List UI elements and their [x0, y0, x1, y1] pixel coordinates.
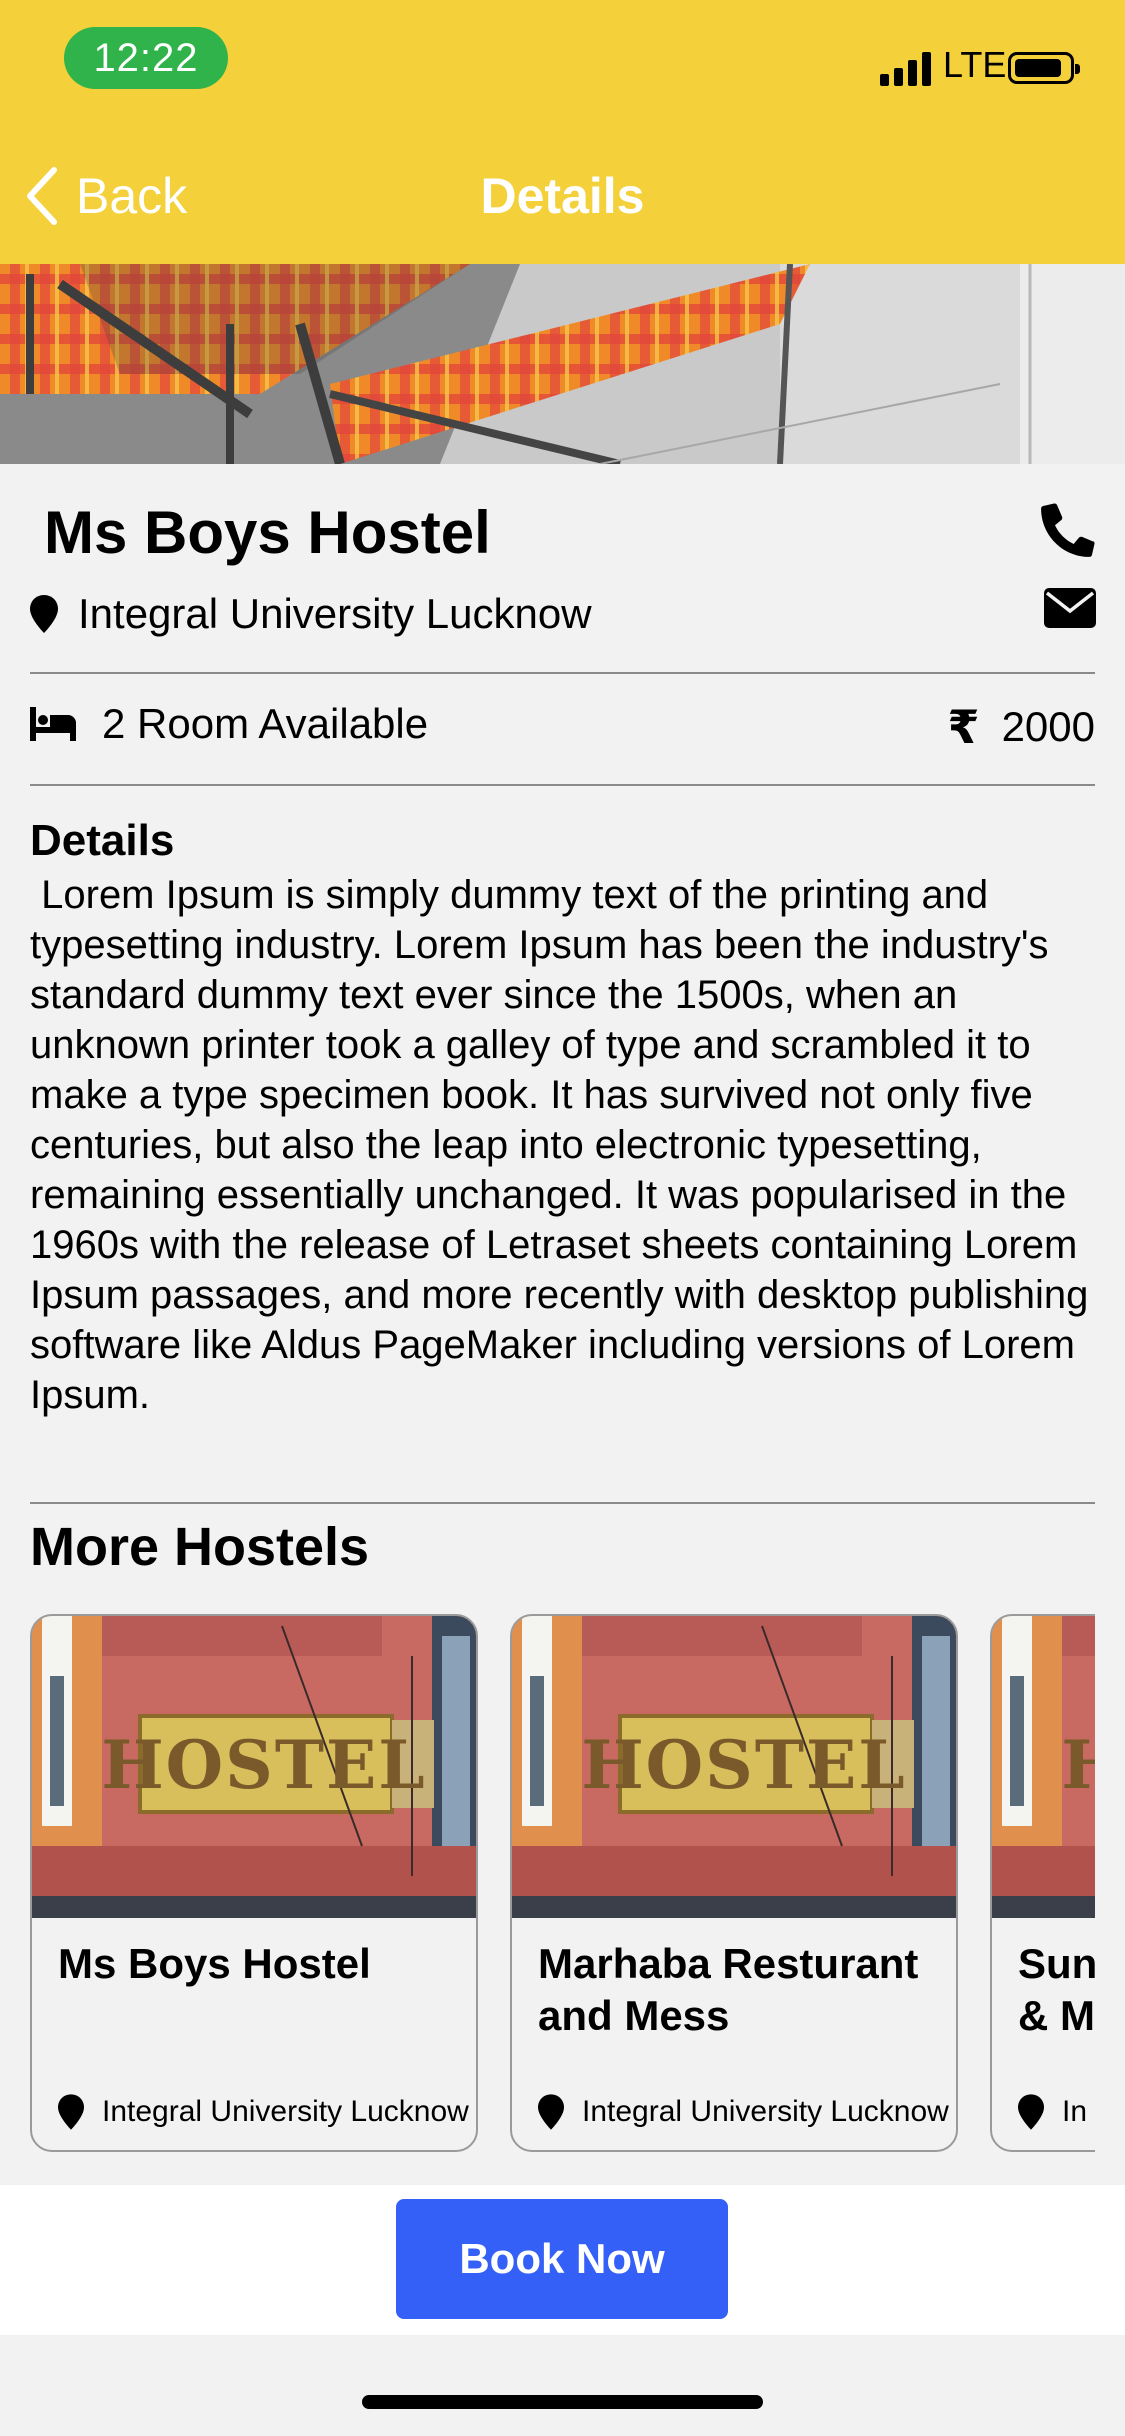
hostel-card-image: HOSTEL — [512, 1616, 956, 1918]
hostel-sign-text: HOSTEL — [1061, 1726, 1095, 1804]
book-now-button[interactable]: Book Now — [396, 2199, 728, 2319]
hostel-sign-text: HOSTEL — [581, 1726, 906, 1804]
network-label: LTE — [943, 44, 1007, 85]
divider — [30, 672, 1095, 674]
hostel-card-location-text: Integral University Lucknow — [102, 2095, 469, 2128]
hostel-hero-image — [0, 264, 1125, 464]
hostel-card-name: Marhaba Resturant and Mess — [538, 1940, 919, 2039]
hostel-card-image: HOSTEL — [32, 1616, 476, 1918]
hostel-card-name: Ms Boys Hostel — [58, 1940, 371, 1987]
map-pin-icon — [30, 595, 58, 633]
signal-icon — [880, 50, 936, 86]
battery-icon — [1008, 52, 1080, 84]
more-hostels-heading: More Hostels — [30, 1517, 370, 1577]
hostel-card-location-text: In — [1062, 2095, 1088, 2128]
rooms-available: 2 Room Available — [30, 700, 428, 748]
hostel-location-text: Integral University Lucknow — [78, 590, 592, 637]
price-value: 2000 — [1001, 703, 1095, 750]
hostel-card-location-text: Integral University Lucknow — [582, 2095, 949, 2128]
hostel-card[interactable]: HOSTEL Ms Boys Hostel Integral Universit… — [30, 1614, 478, 2152]
hostel-card[interactable]: HOSTEL Marhaba Resturant and Mess Integr… — [510, 1614, 958, 2152]
phone-icon[interactable] — [1040, 502, 1096, 558]
divider — [30, 784, 1095, 786]
map-pin-icon — [1018, 2094, 1044, 2130]
hostel-card-image: HOSTEL — [992, 1616, 1095, 1918]
divider — [30, 1502, 1095, 1504]
price: ₹ 2000 — [948, 700, 1095, 754]
status-time: 12:22 — [64, 27, 228, 89]
hostel-location: Integral University Lucknow — [30, 590, 592, 638]
rupee-icon: ₹ — [947, 701, 980, 753]
details-text: Lorem Ipsum is simply dummy text of the … — [30, 873, 1100, 1417]
rooms-available-text: 2 Room Available — [102, 700, 429, 747]
more-hostels-carousel[interactable]: HOSTEL Ms Boys Hostel Integral Universit… — [30, 1614, 1095, 2154]
header: 12:22 LTE Back Details — [0, 0, 1125, 264]
hostel-sign-text: HOSTEL — [101, 1726, 426, 1804]
details-heading: Details — [30, 816, 175, 865]
home-indicator[interactable] — [362, 2395, 763, 2409]
bed-icon — [30, 707, 76, 741]
hostel-card[interactable]: HOSTEL Sun & M In — [990, 1614, 1095, 2152]
page-title: Details — [480, 168, 645, 224]
hostel-name: Ms Boys Hostel — [44, 499, 491, 566]
hostel-card-location: Integral University Lucknow — [538, 2094, 956, 2130]
hostel-card-location: Integral University Lucknow — [58, 2094, 476, 2130]
map-pin-icon — [538, 2094, 564, 2130]
bottom-action-bar: Book Now — [0, 2185, 1125, 2335]
map-pin-icon — [58, 2094, 84, 2130]
hostel-card-name: Sun & M — [1018, 1940, 1095, 2039]
hostel-card-location: In — [1018, 2094, 1095, 2130]
mail-icon[interactable] — [1044, 588, 1096, 628]
